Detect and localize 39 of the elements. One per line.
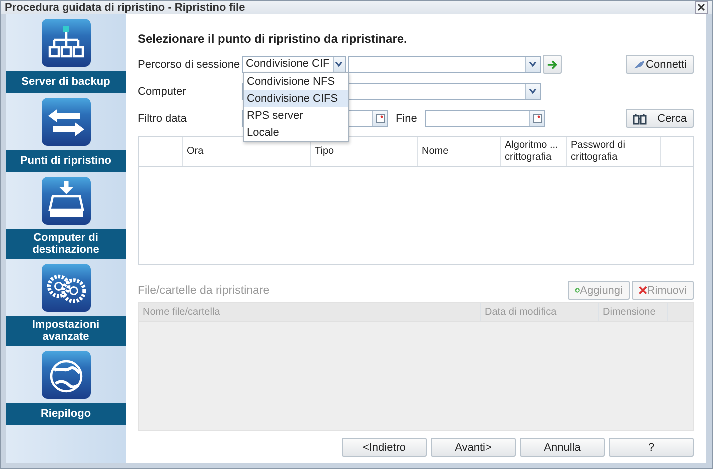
dropdown-option[interactable]: Condivisione CIFS (244, 90, 348, 107)
step-label[interactable]: Server di backup (6, 71, 126, 93)
step-label[interactable]: Impostazioni avanzate (6, 316, 126, 346)
field-label: Computer (138, 86, 188, 98)
field-label: Fine (396, 112, 418, 124)
calendar-button[interactable] (372, 111, 387, 126)
column-header[interactable]: Algoritmo ... crittografia (501, 137, 567, 166)
wizard-button[interactable]: Avanti> (431, 438, 516, 457)
search-button[interactable]: Cerca (626, 109, 694, 128)
section-title: File/cartelle da ripristinare (138, 284, 270, 296)
column-header[interactable]: Nome (418, 137, 501, 166)
calendar-button[interactable] (529, 111, 544, 126)
type-combo[interactable]: Condivisione CIF (242, 56, 346, 73)
field-label: Percorso di sessione (138, 58, 242, 70)
column-header[interactable]: Password di crittografia (567, 137, 661, 166)
dropdown-option[interactable]: Condivisione NFS (244, 73, 348, 90)
arrows-icon[interactable] (42, 98, 90, 146)
wizard-button[interactable]: ? (609, 438, 694, 457)
plus-icon (575, 285, 580, 296)
heading: Selezionare il punto di ripristino da ripristinare. (138, 32, 408, 46)
connect-button[interactable]: Connetti (626, 55, 694, 74)
remove-icon (639, 285, 648, 296)
wizard-button[interactable]: Annulla (520, 438, 605, 457)
close-icon[interactable] (695, 1, 708, 14)
date-field[interactable] (425, 110, 546, 127)
step-label[interactable]: Punti di ripristino (6, 150, 126, 172)
binoculars-icon (633, 112, 647, 124)
globe-icon[interactable] (42, 351, 90, 399)
step-label[interactable]: Computer di destinazione (6, 229, 126, 259)
arrow-right-icon (547, 60, 558, 70)
field-label: Filtro data (138, 112, 188, 124)
go-button[interactable] (543, 55, 562, 74)
window-title: Procedura guidata di ripristino - Ripristino file (5, 2, 246, 14)
wizard-button[interactable]: <Indietro (342, 438, 427, 457)
dropdown-option[interactable]: RPS server (244, 107, 348, 124)
hierarchy-icon[interactable] (42, 19, 90, 67)
drive-icon[interactable] (42, 177, 90, 225)
gears-icon[interactable] (42, 264, 90, 312)
step-label[interactable]: Riepilogo (6, 403, 126, 425)
